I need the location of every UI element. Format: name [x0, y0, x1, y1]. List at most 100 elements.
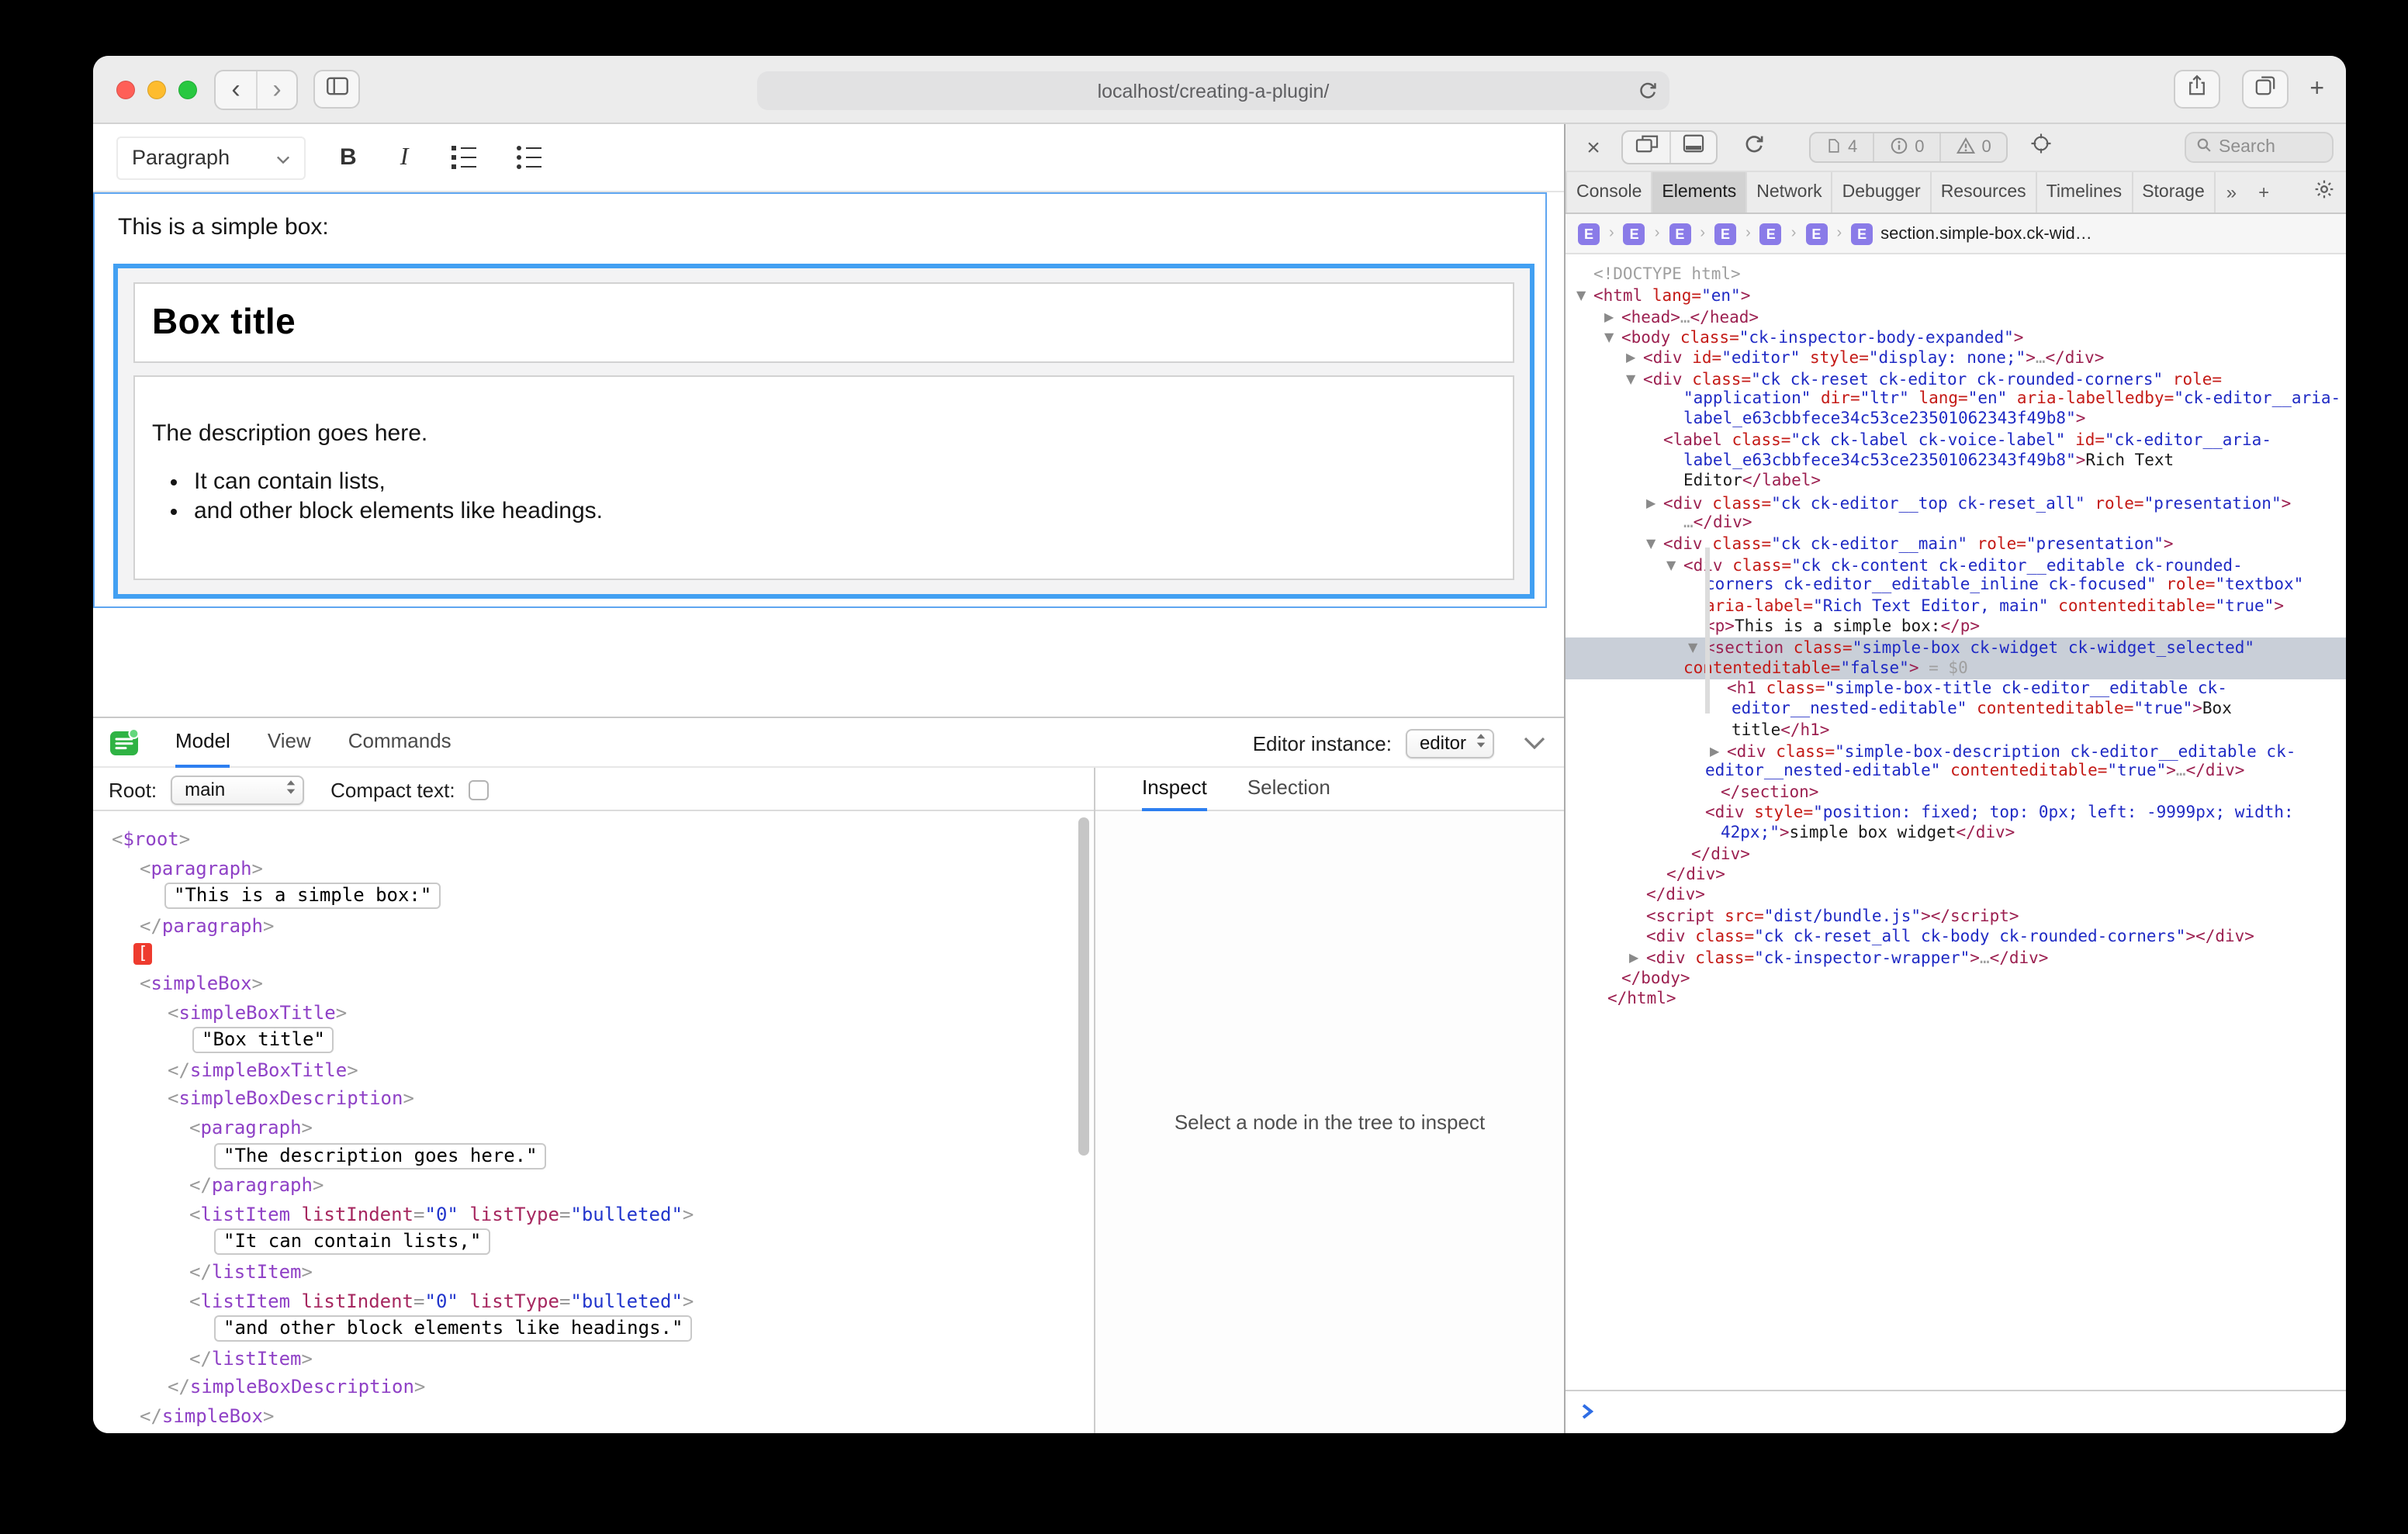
simple-box-description[interactable]: The description goes here. It can contai… [133, 375, 1514, 580]
model-tree-line[interactable]: "It can contain lists," [93, 1229, 1075, 1258]
new-tab-button[interactable]: + [2309, 71, 2324, 108]
dom-tree-line[interactable]: aria-label="Rich Text Editor, main" cont… [1566, 596, 2346, 617]
dom-tree-line[interactable]: ▶<div class="ck ck-editor__top ck-reset_… [1566, 493, 2346, 514]
model-tree-line[interactable]: <simpleBoxDescription> [93, 1085, 1075, 1114]
devtools-tab-resources[interactable]: Resources [1932, 172, 2037, 212]
devtools-tab-elements[interactable]: Elements [1652, 172, 1747, 212]
dom-tree-line[interactable]: 42px;">simple box widget</div> [1566, 824, 2346, 845]
breadcrumb-element-badge[interactable]: E [1669, 223, 1690, 244]
breadcrumb-element-badge[interactable]: E [1624, 223, 1645, 244]
back-button[interactable]: ‹ [216, 71, 256, 109]
paragraph-dropdown[interactable]: Paragraph [116, 136, 306, 179]
dom-tree-line[interactable]: <div class="ck ck-reset_all ck-body ck-r… [1566, 928, 2346, 948]
simple-box-title[interactable]: Box title [133, 282, 1514, 363]
model-tree-line[interactable]: "This is a simple box:" [93, 883, 1075, 911]
dom-tree-line[interactable]: ▼<body class="ck-inspector-body-expanded… [1566, 327, 2346, 348]
dom-tree-line[interactable]: title</h1> [1566, 720, 2346, 741]
forward-button[interactable]: › [256, 71, 296, 109]
dom-tree-line[interactable]: </div> [1566, 886, 2346, 907]
collapse-inspector-button[interactable] [1524, 737, 1545, 749]
devtools-tab-storage[interactable]: Storage [2133, 172, 2216, 212]
list-item[interactable]: It can contain lists, [194, 468, 1496, 497]
zoom-button[interactable] [178, 81, 197, 99]
model-tree-line[interactable]: <listItem listIndent="0" listType="bulle… [93, 1200, 1075, 1228]
model-tree-line[interactable]: "Box title" [93, 1027, 1075, 1055]
dom-tree-line[interactable]: ▶<head>…</head> [1566, 306, 2346, 327]
dom-tree-line[interactable]: </div> [1566, 845, 2346, 865]
devtools-search-field[interactable]: Search [2185, 132, 2334, 163]
model-tree-line[interactable]: </listItem> [93, 1258, 1075, 1287]
list-item[interactable]: and other block elements like headings. [194, 497, 1496, 526]
box-title-text[interactable]: Box title [152, 301, 1513, 343]
dom-tree-line[interactable]: </div> [1566, 865, 2346, 886]
bold-button[interactable]: B [334, 144, 363, 171]
tab-overflow-button[interactable]: » [2216, 172, 2247, 212]
dom-tree-line[interactable]: ▼<html lang="en"> [1566, 286, 2346, 307]
editor-content[interactable]: This is a simple box: Box title The desc… [93, 192, 1547, 608]
close-button[interactable] [116, 81, 135, 99]
model-tree-line[interactable]: </paragraph> [93, 1171, 1075, 1200]
model-tree-line[interactable]: <paragraph> [93, 854, 1075, 883]
dom-tree-line[interactable]: ▶<div class="ck-inspector-wrapper">…</di… [1566, 948, 2346, 969]
dom-tree-line[interactable]: </body> [1566, 969, 2346, 990]
compact-text-checkbox[interactable] [469, 779, 490, 800]
detach-devtools-button[interactable] [1623, 132, 1669, 163]
model-tree-line[interactable]: <$root> [93, 825, 1075, 854]
numbered-list-button[interactable] [445, 146, 483, 169]
sidebar-toggle-button[interactable] [313, 70, 360, 109]
devtools-settings-button[interactable] [2302, 172, 2346, 212]
model-tree-line[interactable]: </simpleBox> [93, 1402, 1075, 1431]
model-tree-line[interactable]: <paragraph> [93, 1114, 1075, 1142]
node-tab-inspect[interactable]: Inspect [1142, 768, 1207, 811]
dom-tree-line[interactable]: ▼<div class="ck ck-editor__main" role="p… [1566, 534, 2346, 555]
inspector-tab-commands[interactable]: Commands [348, 718, 452, 768]
dom-tree-line[interactable]: ▼<div class="ck ck-content ck-editor__ed… [1566, 555, 2346, 576]
dom-tree-line[interactable]: ▶<div id="editor" style="display: none;"… [1566, 348, 2346, 369]
dom-tree-line[interactable]: <div style="position: fixed; top: 0px; l… [1566, 803, 2346, 824]
model-tree-line[interactable]: </simpleBoxTitle> [93, 1056, 1075, 1085]
simple-box-widget[interactable]: Box title The description goes here. It … [113, 264, 1534, 599]
breadcrumb-element-badge[interactable]: E [1805, 223, 1827, 244]
dom-tree-line[interactable]: <label class="ck ck-label ck-voice-label… [1566, 431, 2346, 452]
devtools-tab-debugger[interactable]: Debugger [1833, 172, 1932, 212]
tab-overview-button[interactable] [2241, 70, 2288, 109]
dom-tree-line[interactable]: </section> [1566, 783, 2346, 803]
dom-tree-line[interactable]: ▶<div class="simple-box-description ck-e… [1566, 741, 2346, 762]
devtools-tab-console[interactable]: Console [1566, 172, 1652, 212]
share-button[interactable] [2173, 70, 2219, 109]
model-tree-line[interactable]: ] [93, 1431, 1075, 1433]
dom-tree-line[interactable]: <!DOCTYPE html> [1566, 265, 2346, 286]
element-selection-button[interactable] [2030, 132, 2053, 163]
dom-tree-line[interactable]: <script src="dist/bundle.js"></script> [1566, 907, 2346, 928]
editor-paragraph[interactable]: This is a simple box: [118, 214, 1545, 240]
dom-tree-line[interactable]: ▼<section class="simple-box ck-widget ck… [1566, 637, 2346, 658]
breadcrumb-element-badge[interactable]: E [1760, 223, 1782, 244]
model-tree-line[interactable]: </simpleBoxDescription> [93, 1373, 1075, 1402]
minimize-button[interactable] [147, 81, 166, 99]
model-tree-line[interactable]: <simpleBoxTitle> [93, 998, 1075, 1027]
dock-bottom-button[interactable] [1669, 132, 1716, 163]
model-tree-line[interactable]: </listItem> [93, 1344, 1075, 1373]
error-count-badge[interactable]: 0 [1873, 133, 1939, 161]
italic-button[interactable]: I [391, 143, 418, 171]
breadcrumb-element-badge[interactable]: E [1714, 223, 1736, 244]
add-tab-button[interactable]: + [2247, 172, 2280, 212]
model-tree-line[interactable]: </paragraph> [93, 912, 1075, 941]
inspector-tab-model[interactable]: Model [175, 718, 230, 768]
dom-tree-line[interactable]: ▼<div class="ck ck-reset ck-editor ck-ro… [1566, 368, 2346, 389]
scrollbar-thumb[interactable] [1078, 817, 1089, 1156]
dom-tree-line[interactable]: corners ck-editor__editable_inline ck-fo… [1566, 575, 2346, 596]
node-tab-selection[interactable]: Selection [1247, 768, 1330, 811]
dom-tree-line[interactable]: …</div> [1566, 513, 2346, 534]
model-tree-line[interactable]: [ [93, 941, 1075, 969]
breadcrumb-element-badge[interactable]: E [1578, 223, 1600, 244]
address-bar[interactable]: localhost/creating-a-plugin/ [757, 71, 1669, 110]
reload-icon[interactable] [1637, 79, 1659, 105]
dom-tree-line[interactable]: <p>This is a simple box:</p> [1566, 617, 2346, 638]
page-count-badge[interactable]: 4 [1811, 133, 1873, 161]
dom-tree-line[interactable]: label_e63cbbfece34c53ce23501062343f49b8"… [1566, 451, 2346, 472]
devtools-tab-timelines[interactable]: Timelines [2037, 172, 2133, 212]
devtools-tab-network[interactable]: Network [1747, 172, 1832, 212]
model-tree-line[interactable]: <listItem listIndent="0" listType="bulle… [93, 1287, 1075, 1315]
dom-tree-line[interactable]: </html> [1566, 990, 2346, 1011]
